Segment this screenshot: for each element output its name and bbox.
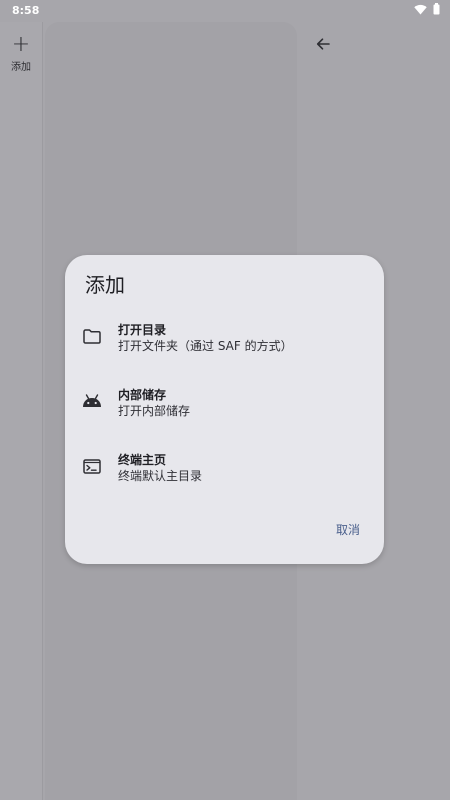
terminal-home-item[interactable]: 终端主页 终端默认主目录 <box>65 443 384 495</box>
android-icon <box>81 390 103 412</box>
item-title: 内部储存 <box>118 388 167 402</box>
terminal-icon <box>81 455 103 477</box>
wifi-icon <box>414 4 427 18</box>
add-button-label: 添加 <box>11 62 31 73</box>
add-button[interactable]: + 添加 <box>4 34 38 76</box>
screen: 8:58 + 添加 添加 打开目录 打开文件夹（通过 SAF 的方式） 内部储存… <box>0 0 450 800</box>
nav-rail: + 添加 <box>0 22 43 800</box>
plus-icon: + <box>11 32 31 57</box>
internal-storage-item[interactable]: 内部储存 打开内部储存 <box>65 378 384 430</box>
status-icons <box>414 3 440 18</box>
item-title: 终端主页 <box>118 453 167 467</box>
battery-icon <box>433 3 440 18</box>
arrow-back-icon <box>315 36 331 56</box>
status-time: 8:58 <box>12 4 40 17</box>
item-subtitle: 终端默认主目录 <box>118 469 203 483</box>
folder-icon <box>81 325 103 347</box>
add-dialog: 添加 打开目录 打开文件夹（通过 SAF 的方式） 内部储存 打开内部储存 终端… <box>65 255 384 564</box>
cancel-button[interactable]: 取消 <box>336 521 360 538</box>
item-subtitle: 打开内部储存 <box>118 404 191 418</box>
item-subtitle: 打开文件夹（通过 SAF 的方式） <box>118 339 293 353</box>
item-title: 打开目录 <box>118 323 167 337</box>
dialog-title: 添加 <box>85 273 125 297</box>
status-bar: 8:58 <box>0 0 450 22</box>
open-directory-item[interactable]: 打开目录 打开文件夹（通过 SAF 的方式） <box>65 313 384 365</box>
back-button[interactable] <box>310 33 336 59</box>
